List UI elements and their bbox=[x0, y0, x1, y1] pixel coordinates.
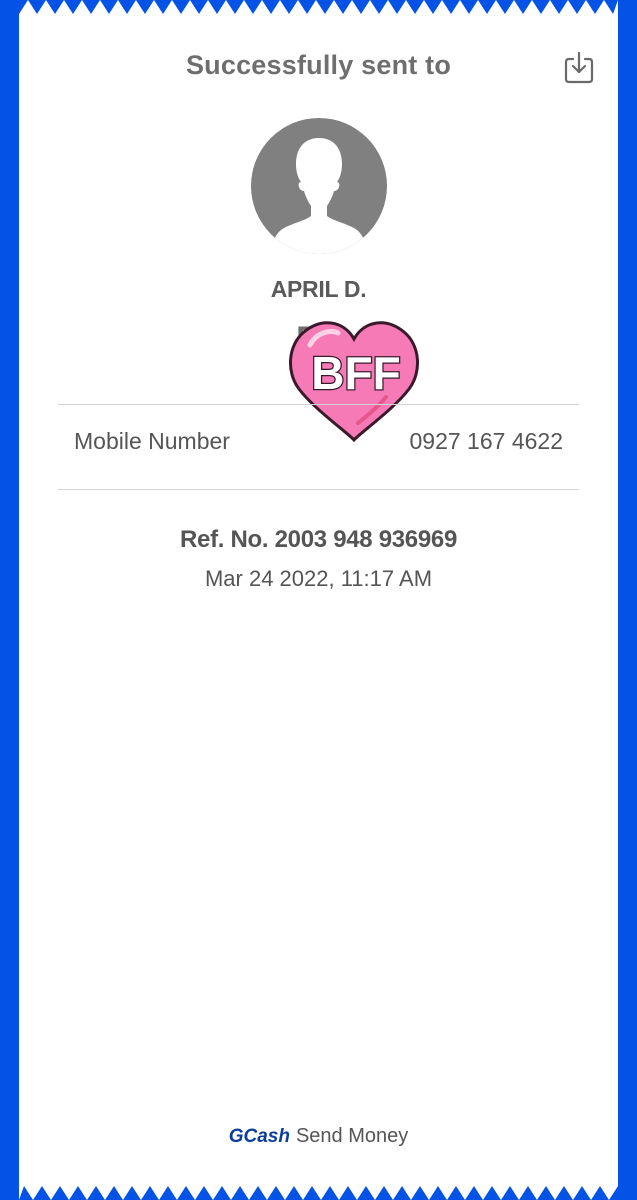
reference-number: Ref. No. 2003 948 936969 bbox=[180, 526, 457, 553]
mobile-number-label: Mobile Number bbox=[74, 428, 230, 454]
gcash-logo: GCash bbox=[228, 1126, 290, 1147]
receipt-card: Successfully sent to APRIL D. PH BFF bbox=[19, 0, 618, 1200]
footer-label: Send Money bbox=[295, 1125, 409, 1147]
user-silhouette-icon bbox=[251, 118, 387, 254]
divider-top bbox=[58, 404, 579, 405]
recipient-name: APRIL D. bbox=[270, 276, 367, 302]
transaction-datetime: Mar 24 2022, 11:17 AM bbox=[204, 566, 433, 591]
mobile-number-value: 0927 167 4622 bbox=[409, 428, 564, 454]
page-title: Successfully sent to bbox=[185, 50, 452, 80]
sticker-text: BFF bbox=[311, 347, 400, 399]
footer: GCash Send Money bbox=[19, 1125, 618, 1148]
download-icon[interactable] bbox=[564, 50, 594, 84]
divider-bottom bbox=[58, 489, 579, 490]
heart-sticker-icon: BFF bbox=[274, 305, 434, 445]
